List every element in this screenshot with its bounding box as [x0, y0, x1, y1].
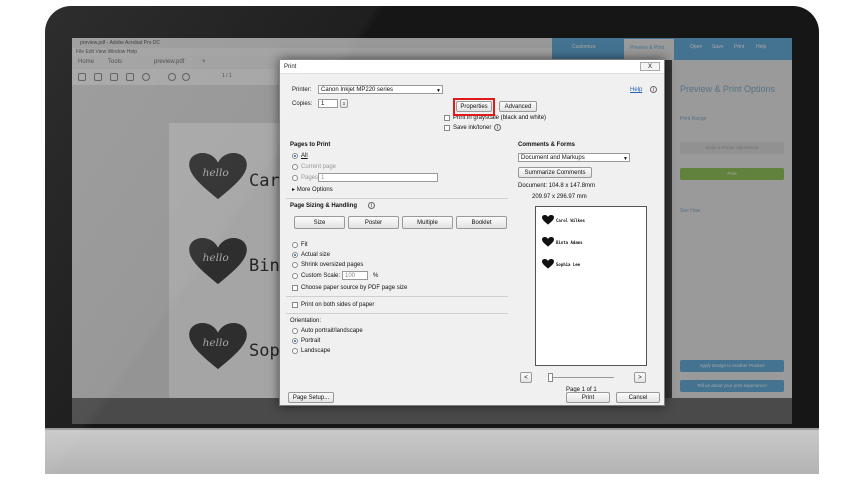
print-button[interactable]: Print	[566, 392, 610, 403]
custom-scale-radio[interactable]	[292, 273, 298, 279]
copies-label: Copies:	[292, 101, 313, 107]
divider	[286, 296, 508, 297]
both-sides-label: Print on both sides of paper	[301, 302, 375, 308]
page-sizing-heading: Page Sizing & Handling	[290, 203, 358, 209]
more-options-toggle[interactable]: ▸ More Options	[292, 186, 333, 193]
custom-scale-input[interactable]: 100	[342, 271, 368, 280]
custom-scale-label: Custom Scale:	[301, 273, 341, 279]
cancel-button[interactable]: Cancel	[616, 392, 660, 403]
page-setup-button[interactable]: Page Setup...	[288, 392, 334, 403]
prev-page-button[interactable]: <	[520, 372, 532, 383]
custom-scale-value: 100	[345, 273, 356, 279]
current-page-label: Current page	[301, 164, 337, 170]
grayscale-checkbox[interactable]	[444, 115, 450, 121]
info-icon[interactable]: i	[650, 86, 657, 93]
current-page-radio[interactable]	[292, 164, 298, 170]
shrink-label: Shrink oversized pages	[301, 262, 364, 268]
copies-stepper[interactable]: ⇕	[340, 99, 348, 108]
landscape-label: Landscape	[301, 348, 331, 354]
monitor-chin	[45, 430, 819, 474]
fit-label: Fit	[301, 242, 308, 248]
dialog-titlebar: Print X	[280, 60, 664, 74]
save-ink-label: Save ink/toner	[453, 125, 492, 131]
print-dialog: Print X Printer: Canon Inkjet MP220 seri…	[279, 59, 665, 406]
poster-button[interactable]: Poster	[348, 216, 399, 229]
all-label: All	[301, 153, 308, 159]
pages-value: 1	[321, 175, 325, 181]
page-slider-thumb[interactable]	[548, 373, 553, 382]
portrait-label: Portrait	[301, 338, 321, 344]
paper-size: 209.97 x 296.97 mm	[532, 194, 587, 200]
properties-highlight	[453, 98, 495, 116]
comments-forms-heading: Comments & Forms	[518, 142, 576, 148]
paper-source-checkbox[interactable]	[292, 285, 298, 291]
multiple-button[interactable]: Multiple	[402, 216, 453, 229]
screen: preview.pdf - Adobe Acrobat Pro DC File …	[72, 38, 792, 424]
advanced-button[interactable]: Advanced	[499, 101, 537, 112]
orientation-label: Orientation:	[290, 318, 322, 324]
printer-value: Canon Inkjet MP220 series	[321, 87, 394, 93]
preview-name-1: Carol Wilkes	[556, 218, 585, 223]
preview-name-3: Sophia Lee	[556, 262, 581, 267]
summarize-comments-button[interactable]: Summarize Comments	[518, 167, 592, 178]
landscape-radio[interactable]	[292, 348, 298, 354]
all-radio[interactable]	[292, 153, 298, 159]
document-size: Document: 104.8 x 147.8mm	[518, 183, 596, 189]
dialog-title: Print	[284, 64, 297, 70]
divider	[286, 313, 508, 314]
pages-to-print-heading: Pages to Print	[290, 142, 331, 148]
paper-source-label: Choose paper source by PDF page size	[301, 285, 408, 291]
chevron-down-icon: ▼	[623, 156, 628, 162]
auto-orientation-label: Auto portrait/landscape	[301, 328, 363, 334]
pages-radio[interactable]	[292, 175, 298, 181]
comments-value: Document and Markups	[521, 155, 585, 161]
printer-label: Printer:	[292, 87, 312, 93]
page-slider[interactable]	[550, 377, 614, 378]
preview-name-2: Binta Adams	[556, 240, 583, 245]
print-preview: Carol Wilkes Binta Adams Sophia Lee	[535, 206, 647, 366]
actual-size-radio[interactable]	[292, 252, 298, 258]
booklet-button[interactable]: Booklet	[456, 216, 507, 229]
percent-label: %	[373, 273, 379, 279]
divider	[286, 198, 508, 199]
portrait-radio[interactable]	[292, 338, 298, 344]
save-ink-checkbox[interactable]	[444, 125, 450, 131]
size-button[interactable]: Size	[294, 216, 345, 229]
auto-orientation-radio[interactable]	[292, 328, 298, 334]
heart-icon	[542, 259, 554, 269]
close-button[interactable]: X	[640, 62, 660, 71]
next-page-button[interactable]: >	[634, 372, 646, 383]
fit-radio[interactable]	[292, 242, 298, 248]
copies-input[interactable]: 1	[318, 99, 338, 108]
info-icon[interactable]: i	[368, 202, 375, 209]
help-link[interactable]: Help	[630, 87, 642, 93]
heart-icon	[542, 215, 554, 225]
more-options-label: More Options	[296, 187, 333, 193]
pages-input[interactable]: 1	[318, 173, 438, 182]
heart-icon	[542, 237, 554, 247]
actual-size-label: Actual size	[301, 252, 331, 258]
both-sides-checkbox[interactable]	[292, 302, 298, 308]
shrink-radio[interactable]	[292, 262, 298, 268]
copies-value: 1	[321, 101, 325, 107]
pages-label: Pages	[301, 175, 319, 181]
chevron-down-icon: ▼	[436, 88, 441, 94]
printer-select[interactable]: Canon Inkjet MP220 series ▼	[318, 85, 443, 94]
comments-select[interactable]: Document and Markups ▼	[518, 153, 630, 162]
info-icon[interactable]: i	[494, 124, 501, 131]
